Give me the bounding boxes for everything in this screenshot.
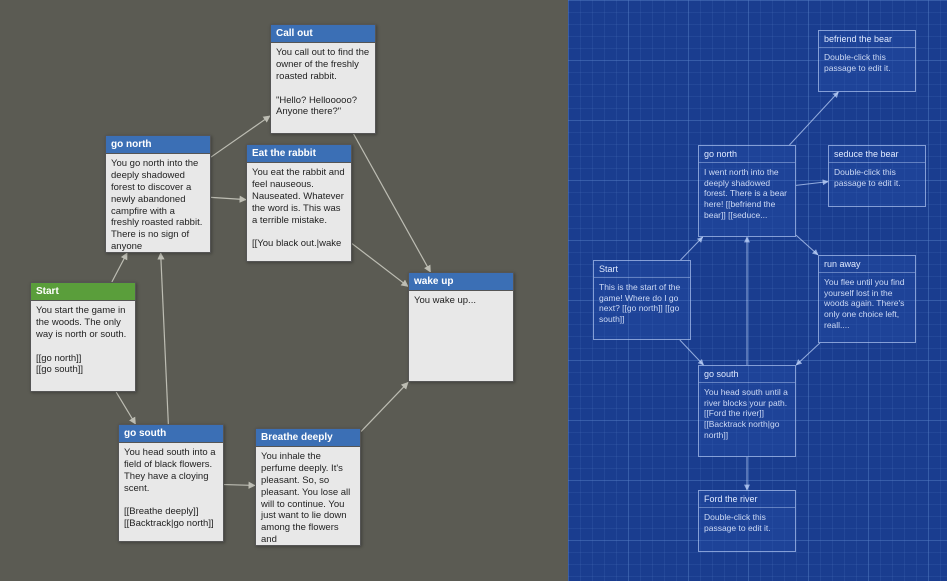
passage-body: You head south into a field of black flo…: [119, 443, 223, 543]
passage-body: You head south until a river blocks your…: [699, 383, 795, 457]
passage-body: You go north into the deeply shadowed fo…: [106, 154, 210, 254]
right-pane: StartThis is the start of the game! Wher…: [568, 0, 947, 581]
passage-node-goSouth[interactable]: go southYou head south into a field of b…: [118, 424, 224, 542]
passage-title: run away: [819, 256, 915, 273]
left-pane: StartYou start the game in the woods. Th…: [0, 0, 568, 581]
passage-node-callOut[interactable]: Call outYou call out to find the owner o…: [270, 24, 376, 134]
arrow-start-to-goNorth: [112, 253, 127, 282]
passage-node-goNorth[interactable]: go northI went north into the deeply sha…: [698, 145, 796, 237]
arrow-goNorth-to-runAway: [796, 235, 818, 255]
passage-title: Eat the rabbit: [247, 145, 351, 163]
passage-node-eatRabbit[interactable]: Eat the rabbitYou eat the rabbit and fee…: [246, 144, 352, 262]
passage-title: Start: [594, 261, 690, 278]
arrow-callOut-to-wakeUp: [354, 134, 431, 272]
passage-body: You flee until you find yourself lost in…: [819, 273, 915, 343]
passage-body: You call out to find the owner of the fr…: [271, 43, 375, 135]
passage-body: Double-click this passage to edit it.: [699, 508, 795, 552]
passage-node-wakeUp[interactable]: wake upYou wake up...: [408, 272, 514, 382]
passage-title: wake up: [409, 273, 513, 291]
passage-title: Ford the river: [699, 491, 795, 508]
diagram-container: StartYou start the game in the woods. Th…: [0, 0, 947, 581]
passage-node-befriend[interactable]: befriend the bearDouble-click this passa…: [818, 30, 916, 92]
passage-body: You inhale the perfume deeply. It's plea…: [256, 447, 360, 547]
passage-node-fordRiver[interactable]: Ford the riverDouble-click this passage …: [698, 490, 796, 552]
passage-title: go north: [699, 146, 795, 163]
arrow-goSouth-to-breatheDeeply: [224, 485, 255, 486]
passage-body: I went north into the deeply shadowed fo…: [699, 163, 795, 237]
arrow-goSouth-to-goNorth: [161, 253, 169, 424]
arrow-start-to-goNorth: [681, 237, 703, 260]
arrow-goNorth-to-seduce: [796, 182, 828, 186]
arrow-start-to-goSouth: [116, 392, 135, 424]
passage-body: Double-click this passage to edit it.: [819, 48, 915, 92]
passage-body: You wake up...: [409, 291, 513, 383]
passage-body: You eat the rabbit and feel nauseous. Na…: [247, 163, 351, 263]
passage-title: Breathe deeply: [256, 429, 360, 447]
arrow-goNorth-to-befriend: [789, 92, 838, 145]
arrow-runAway-to-goSouth: [796, 343, 820, 365]
passage-node-breatheDeeply[interactable]: Breathe deeplyYou inhale the perfume dee…: [255, 428, 361, 546]
arrow-breatheDeeply-to-wakeUp: [361, 382, 408, 431]
arrow-eatRabbit-to-wakeUp: [352, 244, 408, 287]
passage-title: seduce the bear: [829, 146, 925, 163]
passage-node-goNorth[interactable]: go northYou go north into the deeply sha…: [105, 135, 211, 253]
passage-node-start[interactable]: StartYou start the game in the woods. Th…: [30, 282, 136, 392]
arrow-goNorth-to-eatRabbit: [211, 197, 246, 199]
passage-title: Start: [31, 283, 135, 301]
passage-body: Double-click this passage to edit it.: [829, 163, 925, 207]
passage-node-seduce[interactable]: seduce the bearDouble-click this passage…: [828, 145, 926, 207]
passage-body: This is the start of the game! Where do …: [594, 278, 690, 340]
passage-title: befriend the bear: [819, 31, 915, 48]
arrow-start-to-goSouth: [680, 340, 704, 365]
passage-title: go north: [106, 136, 210, 154]
passage-body: You start the game in the woods. The onl…: [31, 301, 135, 393]
passage-title: Call out: [271, 25, 375, 43]
passage-title: go south: [699, 366, 795, 383]
passage-node-runAway[interactable]: run awayYou flee until you find yourself…: [818, 255, 916, 343]
passage-node-start[interactable]: StartThis is the start of the game! Wher…: [593, 260, 691, 340]
passage-title: go south: [119, 425, 223, 443]
passage-node-goSouth[interactable]: go southYou head south until a river blo…: [698, 365, 796, 457]
